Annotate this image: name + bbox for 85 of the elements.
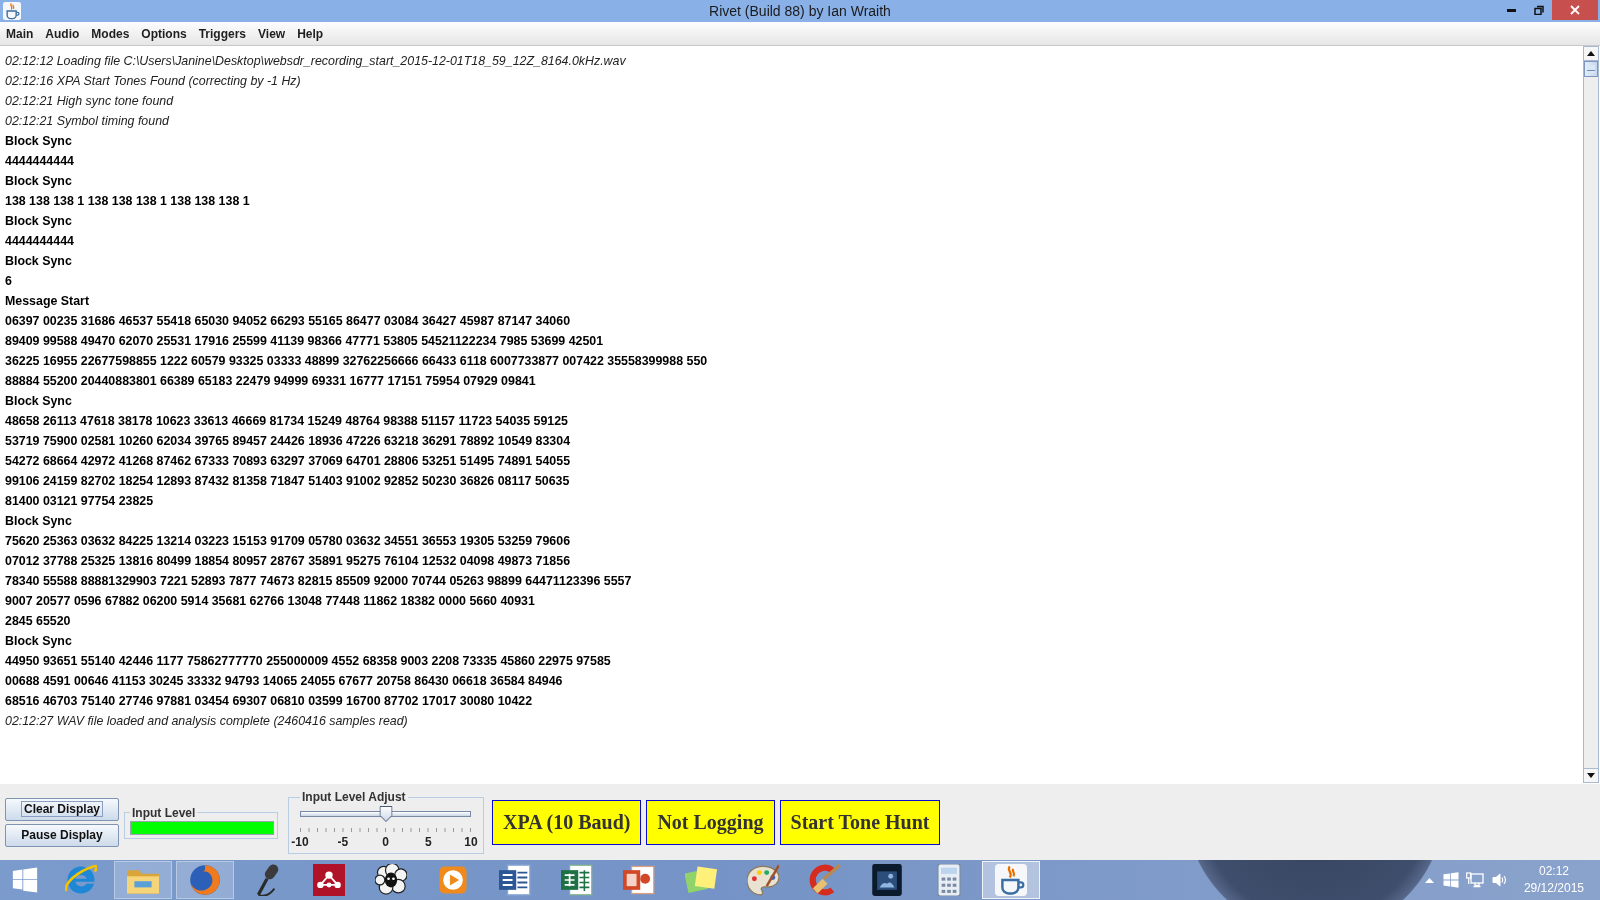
display-button[interactable]: Clear Display	[5, 797, 119, 821]
log-line: 53719 75900 02581 10260 62034 39765 89457 24426 18936 47226 63218 36291 78892 10549 83304	[5, 433, 571, 450]
scroll-down-button[interactable]	[1584, 768, 1598, 782]
log-line: Block Sync	[5, 633, 72, 650]
coffee-cup-icon	[3, 2, 21, 20]
group-title: Input Level	[131, 805, 197, 820]
log-line: 02:12:16 XPA Start Tones Found (correcting by -1 Hz)	[5, 73, 301, 90]
log-line: 88884 55200 20440883801 66389 65183 22479 94999 69331 16777 17151 75954 07929 09841	[5, 373, 536, 390]
log-line: 9007 20577 0596 67882 06200 5914 35681 62766 13048 77448 11862 18382 0000 5660 40931	[5, 593, 535, 610]
log-line: 99106 24159 82702 18254 12893 87432 81358 71847 51403 91002 92852 50230 36826 08117 50635	[5, 473, 570, 490]
log-line: 89409 99588 49470 62070 25531 17916 25599 41139 98366 47771 53805 54521122234 7985 53699 42501	[5, 333, 604, 350]
tick-label: 5	[424, 835, 432, 851]
tick-label: 0	[382, 835, 389, 851]
log-line: 44950 93651 55140 42446 1177 75862777770 255000009 4552 68358 9003 2208 73335 45860 22975 97585	[5, 653, 611, 670]
coffee-cup-icon	[995, 864, 1027, 896]
log-line: 07012 37788 25325 13816 80499 18854 80957 28767 35891 95275 76104 12532 04098 49873 71856	[5, 553, 571, 570]
tick-label: -10	[291, 835, 309, 851]
log-line: 75620 25363 03632 84225 13214 03223 15153 91709 05780 03632 34551 36553 19305 53259 79606	[5, 533, 571, 550]
log-line: 2845 65520	[5, 613, 71, 630]
log-line: Block Sync	[5, 213, 72, 230]
brush-icon	[809, 864, 841, 896]
log-line: 02:12:12 Loading file C:\Users\Janine\Desktop\websdr_recording_start_2015-12-01T18_59_12Z_8164.0kHz.wav	[5, 53, 626, 70]
mode-button[interactable]: XPA (10 Baud)	[492, 799, 642, 845]
volume-icon[interactable]	[1491, 872, 1508, 888]
log-line: 81400 03121 97754 23825	[5, 493, 154, 510]
scrollbar-thumb[interactable]	[1584, 61, 1598, 77]
close-icon	[1570, 5, 1580, 15]
dots-tile-icon	[313, 864, 345, 896]
flag-icon[interactable]	[1442, 872, 1459, 888]
mode-button[interactable]: Start Tone Hunt	[779, 799, 941, 845]
notes-icon	[685, 864, 717, 896]
network-icon[interactable]	[1465, 872, 1484, 888]
clock-time: 02:12	[1538, 863, 1569, 880]
document-icon	[499, 864, 531, 896]
log-line: 68516 46703 75140 27746 97881 03454 69307 06810 03599 16700 87702 17017 30080 10422	[5, 693, 533, 710]
menu-item[interactable]: Help	[291, 23, 330, 44]
window-panes-icon	[12, 867, 38, 893]
window-title: Rivet (Build 88) by Ian Wraith	[709, 3, 891, 19]
log-line: Block Sync	[5, 393, 72, 410]
mode-button[interactable]: Not Logging	[646, 799, 775, 845]
log-line: 4444444444	[5, 153, 74, 170]
log-line: 02:12:21 High sync tone found	[5, 93, 174, 110]
log-line: 36225 16955 22677598855 1222 60579 93325 03333 48899 32762256666 66433 6118 6007733877 007422 35558399988 550	[5, 353, 708, 370]
log-line: 02:12:21 Symbol timing found	[5, 113, 169, 130]
up-arrow-icon[interactable]	[1424, 877, 1434, 883]
log-line: Block Sync	[5, 173, 72, 190]
down-arrow-icon	[1587, 773, 1595, 778]
globe-icon	[189, 864, 221, 896]
tick-label: -5	[337, 835, 349, 851]
log-line: 4444444444	[5, 233, 74, 250]
spreadsheet-icon	[561, 864, 593, 896]
restore-icon	[1533, 5, 1544, 15]
log-line: 06397 00235 31686 46537 55418 65030 94052 66293 55165 86477 03084 36427 45987 87147 34060	[5, 313, 571, 330]
log-line: Block Sync	[5, 253, 72, 270]
slides-icon	[623, 864, 655, 896]
menu-item[interactable]: Audio	[39, 23, 86, 44]
display-button[interactable]: Pause Display	[5, 823, 119, 847]
sheep-icon	[375, 864, 407, 896]
menu-item[interactable]: View	[252, 23, 292, 44]
log-line: 02:12:27 WAV file loaded and analysis complete (2460416 samples read)	[5, 713, 408, 730]
menu-item[interactable]: Modes	[85, 23, 136, 44]
up-arrow-icon	[1587, 51, 1595, 56]
log-line: 54272 68664 42972 41268 87462 67333 70893 63297 37069 64701 28806 53251 51495 74891 54055	[5, 453, 571, 470]
play-icon	[437, 864, 469, 896]
palette-icon	[747, 864, 779, 896]
menu-item[interactable]: Main	[0, 23, 40, 44]
scroll-up-button[interactable]	[1584, 47, 1598, 61]
log-line: 138 138 138 1 138 138 138 1 138 138 138 1	[5, 193, 250, 210]
log-line: Block Sync	[5, 133, 72, 150]
log-line: 48658 26113 47618 38178 10623 33613 46669 81734 15249 48764 98388 51157 11723 54035 59125	[5, 413, 568, 430]
clock-date: 29/12/2015	[1523, 880, 1584, 897]
close-button[interactable]	[1552, 0, 1598, 20]
menu-item[interactable]: Options	[135, 23, 193, 44]
minimize-icon	[1507, 8, 1516, 12]
log-line: 6	[5, 273, 12, 290]
tick-label: 10	[464, 835, 478, 851]
log-line: 78340 55588 88881329903 7221 52893 7877 74673 82815 85509 92000 70744 05263 98899 64471123396 5557	[5, 573, 632, 590]
group-title: Input Level Adjust	[301, 790, 407, 804]
menu-item[interactable]: Triggers	[192, 23, 253, 44]
e-reader-icon	[871, 864, 903, 896]
slider-thumb[interactable]	[379, 806, 392, 822]
e-logo-icon	[65, 864, 97, 896]
log-line: Block Sync	[5, 513, 72, 530]
log-line: 00688 4591 00646 41153 30245 33332 94793 14065 24055 67677 20758 86430 06618 36584 84946	[5, 673, 563, 690]
log-line: Message Start	[5, 293, 90, 310]
